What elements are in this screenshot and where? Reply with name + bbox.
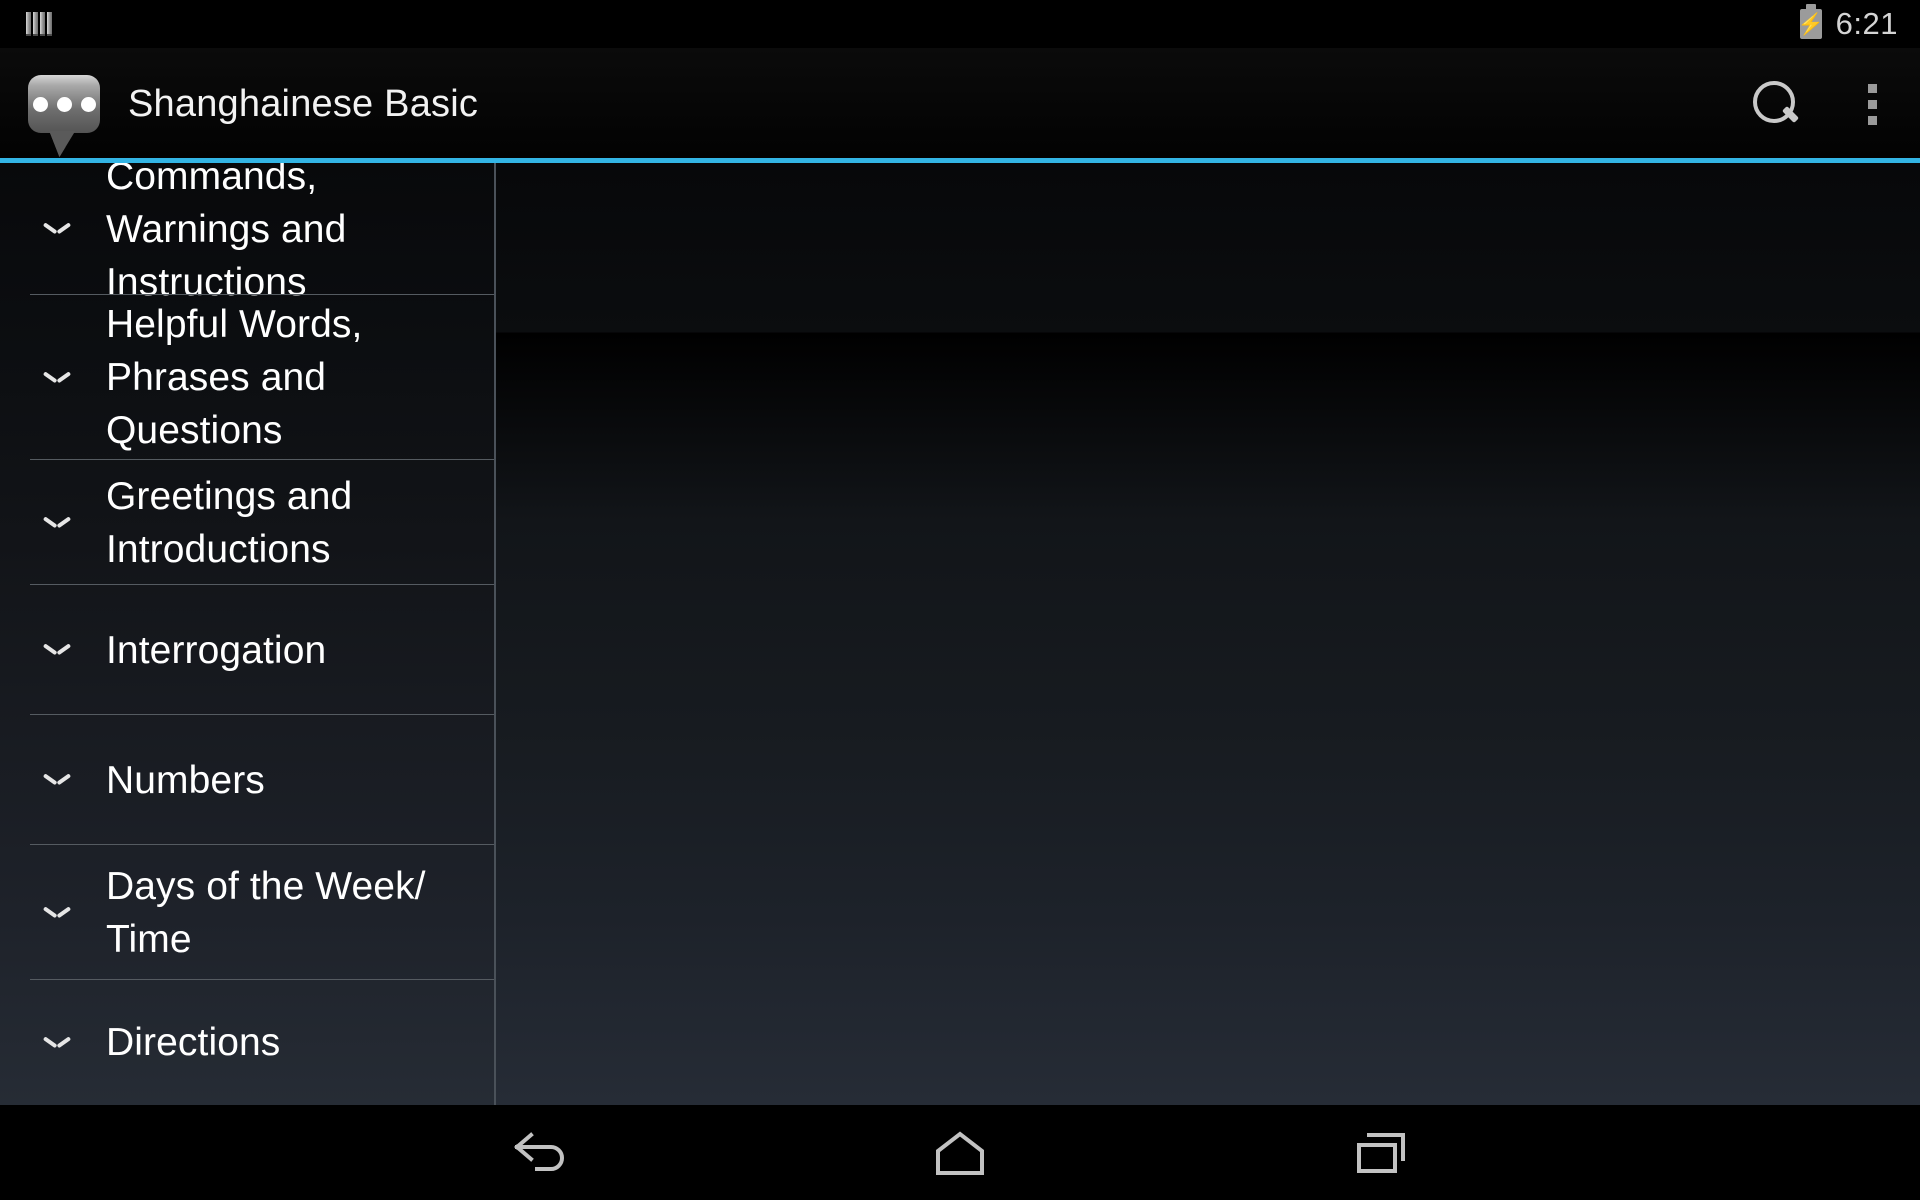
list-item-label: Numbers: [106, 758, 265, 802]
list-item-label: Interrogation: [106, 628, 327, 672]
navigation-bar: [0, 1105, 1920, 1200]
home-button[interactable]: [885, 1105, 1035, 1200]
list-item[interactable]: Greetings and Introductions: [0, 460, 494, 585]
signal-bars-icon: [26, 12, 52, 36]
chevron-down-icon[interactable]: [28, 643, 86, 657]
speech-bubble-icon[interactable]: [28, 75, 100, 133]
list-item-label: Greetings and Introductions: [106, 474, 353, 571]
recent-apps-button[interactable]: [1307, 1105, 1457, 1200]
status-bar-right: ⚡ 6:21: [1798, 6, 1898, 42]
list-item-label: Helpful Words, Phrases and Questions: [106, 303, 363, 452]
recent-apps-icon: [1355, 1129, 1409, 1177]
search-button[interactable]: [1728, 48, 1824, 160]
home-icon: [932, 1129, 988, 1177]
action-bar: Shanghainese Basic: [0, 48, 1920, 160]
list-item[interactable]: Directions: [0, 980, 494, 1105]
list-item[interactable]: Days of the Week/ Time: [0, 845, 494, 980]
list-item-label: Directions: [106, 1021, 281, 1064]
chevron-down-icon[interactable]: [28, 516, 86, 530]
overflow-menu-icon: [1867, 83, 1877, 125]
content-area: Commands, Warnings and Instructions Help…: [0, 163, 1920, 1105]
pane-divider: [494, 163, 496, 1105]
back-arrow-icon: [507, 1129, 569, 1177]
back-button[interactable]: [463, 1105, 613, 1200]
search-icon: [1753, 81, 1799, 127]
list-item[interactable]: Interrogation: [0, 585, 494, 715]
detail-pane: [495, 163, 1920, 1105]
list-item[interactable]: Numbers: [0, 715, 494, 845]
status-bar-left: [26, 12, 52, 36]
battery-charging-icon: ⚡: [1798, 9, 1824, 39]
list-item[interactable]: Commands, Warnings and Instructions: [0, 163, 494, 304]
status-bar-clock: 6:21: [1835, 6, 1898, 41]
status-bar: ⚡ 6:21: [0, 0, 1920, 48]
chevron-down-icon[interactable]: [28, 773, 86, 787]
page-title: Shanghainese Basic: [128, 82, 479, 125]
chevron-down-icon[interactable]: [28, 1036, 86, 1050]
chevron-down-icon[interactable]: [28, 371, 86, 385]
overflow-menu-button[interactable]: [1824, 48, 1920, 160]
list-item-label: Days of the Week/ Time: [106, 864, 426, 961]
list-item[interactable]: Helpful Words, Phrases and Questions: [0, 295, 494, 460]
android-screen: ⚡ 6:21 Shanghainese Basic Commands, Warn…: [0, 0, 1920, 1200]
list-item-label: Commands, Warnings and Instructions: [106, 163, 347, 304]
category-list[interactable]: Commands, Warnings and Instructions Help…: [0, 163, 494, 1105]
chevron-down-icon[interactable]: [28, 906, 86, 920]
chevron-down-icon[interactable]: [28, 222, 86, 236]
